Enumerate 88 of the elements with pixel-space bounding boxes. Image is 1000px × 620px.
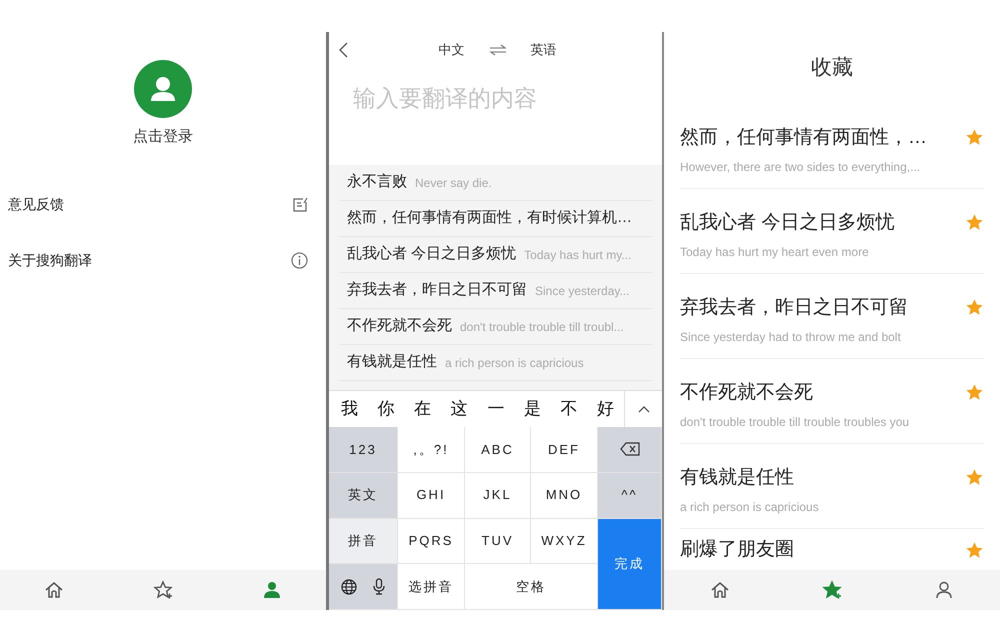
- history-item[interactable]: 有钱就是任性 a rich person is capricious: [339, 345, 652, 381]
- candidate-character[interactable]: 好: [594, 396, 618, 422]
- keyboard-key[interactable]: MNO: [531, 472, 598, 518]
- candidate-character[interactable]: 你: [374, 396, 398, 422]
- star-icon[interactable]: [965, 128, 984, 146]
- history-item[interactable]: 然而，任何事情有两面性，有时候计算机…: [339, 201, 652, 237]
- favorite-source: 乱我心者 今日之日多烦忧: [680, 210, 894, 235]
- star-icon[interactable]: [965, 382, 984, 402]
- candidate-character[interactable]: 一: [484, 396, 508, 422]
- chevron-up-icon: [638, 405, 650, 413]
- info-icon: [291, 252, 308, 269]
- favorite-source: 刷爆了朋友圈: [680, 538, 794, 562]
- favorite-source: 弃我去者，昨日之日不可留: [680, 296, 908, 320]
- candidate-character[interactable]: 不: [558, 396, 581, 422]
- person-icon[interactable]: [262, 581, 281, 599]
- edit-note-icon: [292, 196, 308, 212]
- history-translation: a rich person is capricious: [445, 354, 584, 372]
- history-item[interactable]: 不作死就不会死 don't trouble trouble till troubl...: [339, 309, 652, 345]
- menu-label: 关于搜狗翻译: [8, 251, 92, 270]
- screen-title: 收藏: [810, 55, 854, 82]
- star-icon[interactable]: [965, 468, 984, 486]
- swap-icon[interactable]: [488, 44, 506, 56]
- keyboard-key[interactable]: 英文: [329, 472, 398, 518]
- back-icon: [339, 42, 348, 58]
- star-icon[interactable]: [965, 212, 984, 232]
- keyboard-key[interactable]: GHI: [398, 472, 465, 518]
- favorite-source: 不作死就不会死: [680, 380, 814, 405]
- keyboard-key[interactable]: ,。?!: [398, 427, 465, 473]
- keyboard-key[interactable]: ^^: [598, 472, 662, 518]
- favorite-translation: a rich person is capricious: [680, 499, 819, 516]
- keyboard-key[interactable]: TUV: [465, 518, 531, 564]
- favorite-item[interactable]: 弃我去者，昨日之日不可留 Since yesterday had to throw me and bolt: [680, 274, 984, 359]
- candidate-character[interactable]: 这: [448, 396, 471, 422]
- history-item[interactable]: 弃我去者，昨日之日不可留 Since yesterday...: [339, 273, 652, 309]
- source-language[interactable]: 中文: [438, 40, 464, 60]
- target-language[interactable]: 英语: [530, 40, 556, 60]
- globe-icon[interactable]: [341, 578, 357, 595]
- keyboard-key[interactable]: DEF: [531, 427, 598, 473]
- favorite-translation: don't trouble trouble till trouble troubles you: [680, 414, 910, 432]
- favorite-source: 有钱就是任性: [680, 466, 795, 490]
- history-source: 然而，任何事情有两面性，有时候计算机…: [347, 208, 632, 228]
- keyboard-key[interactable]: 拼音: [329, 518, 398, 564]
- candidate-character[interactable]: 在: [411, 396, 434, 422]
- history-item[interactable]: 乱我心者 今日之日多烦忧 Today has hurt my...: [339, 237, 652, 273]
- history-translation: Today has hurt my...: [524, 246, 632, 264]
- favorite-item[interactable]: 乱我心者 今日之日多烦忧 Today has hurt my heart even more: [680, 189, 984, 274]
- history-source: 有钱就是任性: [347, 352, 437, 372]
- space-key[interactable]: 空格: [465, 564, 598, 610]
- favorite-item[interactable]: 不作死就不会死 don't trouble trouble till trouble troubles you: [680, 359, 984, 444]
- history-translation: Since yesterday...: [535, 282, 630, 300]
- keyboard-key[interactable]: 选拼音: [398, 564, 465, 610]
- candidate-character[interactable]: 我: [338, 396, 361, 422]
- favorite-source: 然而，任何事情有两面性，…: [680, 126, 927, 150]
- backspace-icon: [620, 442, 640, 456]
- text-input-field[interactable]: 输入要翻译的内容: [353, 68, 638, 128]
- favorite-translation: Today has hurt my heart even more: [680, 244, 870, 262]
- delete-key[interactable]: [598, 427, 662, 473]
- menu-label: 意见反馈: [8, 195, 64, 214]
- history-item[interactable]: 永不言败 Never say die.: [339, 165, 652, 201]
- history-translation: Never say die.: [415, 174, 492, 192]
- history-source: 永不言败: [347, 172, 407, 192]
- star-icon[interactable]: [965, 298, 984, 316]
- menu-item[interactable]: 关于搜狗翻译: [0, 232, 326, 288]
- home-icon[interactable]: [710, 580, 730, 600]
- favorite-translation: However, there are two sides to everything,...: [680, 159, 922, 176]
- favorite-translation: Since yesterday had to throw me and bolt: [680, 329, 902, 346]
- candidate-character[interactable]: 是: [520, 396, 544, 422]
- keyboard-key[interactable]: ABC: [465, 427, 531, 473]
- favorite-item[interactable]: 刷爆了朋友圈: [680, 529, 984, 570]
- history-translation: don't trouble trouble till troubl...: [460, 318, 624, 336]
- star-plus-icon[interactable]: [152, 580, 173, 600]
- star-plus-icon[interactable]: [822, 580, 842, 600]
- history-source: 乱我心者 今日之日多烦忧: [347, 244, 516, 264]
- keyboard-key[interactable]: WXYZ: [531, 518, 598, 564]
- favorite-item[interactable]: 然而，任何事情有两面性，… However, there are two sides to everything,...: [680, 104, 984, 189]
- keyboard-key[interactable]: JKL: [465, 472, 531, 518]
- menu-item[interactable]: 意见反馈: [0, 176, 326, 232]
- done-key[interactable]: 完成: [598, 518, 662, 610]
- keyboard-key[interactable]: PQRS: [398, 518, 465, 564]
- person-icon[interactable]: [935, 581, 953, 599]
- microphone-icon[interactable]: [373, 578, 385, 596]
- star-icon[interactable]: [965, 540, 984, 560]
- favorite-item[interactable]: 有钱就是任性 a rich person is capricious: [680, 444, 984, 529]
- home-icon[interactable]: [44, 580, 64, 600]
- keyboard-key[interactable]: 123: [329, 427, 398, 473]
- history-source: 弃我去者，昨日之日不可留: [347, 280, 527, 300]
- login-link[interactable]: 点击登录: [133, 126, 193, 148]
- history-source: 不作死就不会死: [347, 316, 452, 336]
